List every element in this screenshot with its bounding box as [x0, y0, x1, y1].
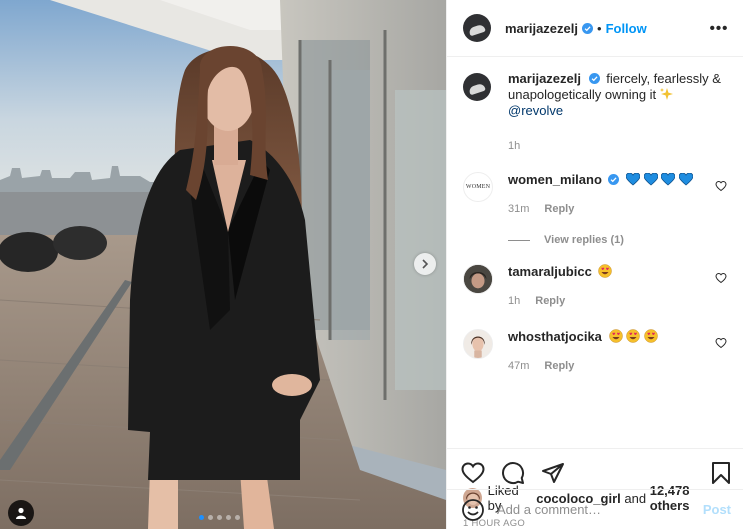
post-caption: marijazezelj fiercely, fearlessly & unap…	[463, 71, 727, 154]
comment-bubble-icon[interactable]	[501, 461, 525, 485]
like-comment-heart-icon[interactable]	[715, 180, 727, 192]
emoji-smiley-icon[interactable]	[461, 498, 485, 522]
comment-avatar[interactable]: WOMEN	[463, 172, 493, 202]
comment-timestamp: 47m	[508, 360, 530, 372]
carousel-dot	[226, 515, 231, 520]
comment-item: whosthatjocika 47m Reply	[463, 329, 727, 374]
comment-input[interactable]	[497, 502, 703, 517]
more-options-icon[interactable]: •••	[707, 16, 731, 40]
post-comment-button[interactable]: Post	[703, 502, 731, 517]
comment-text-blue-hearts	[626, 172, 694, 187]
verified-badge-icon	[582, 22, 593, 34]
reply-button[interactable]: Reply	[535, 293, 565, 309]
comment-item: WOMEN women_milano 31m Reply	[463, 172, 727, 217]
post-header: marijazezelj • Follow •••	[447, 0, 743, 57]
caption-timestamp: 1h	[508, 140, 521, 152]
comments-list: marijazezelj fiercely, fearlessly & unap…	[447, 57, 743, 448]
view-replies-line	[508, 239, 530, 241]
reply-button[interactable]: Reply	[544, 201, 574, 217]
blue-heart-icon	[679, 173, 694, 186]
like-heart-icon[interactable]	[461, 461, 485, 485]
view-replies-label: View replies (1)	[544, 234, 624, 246]
user-icon	[16, 507, 26, 519]
author-username[interactable]: marijazezelj	[505, 21, 578, 36]
photo-scene	[0, 0, 446, 529]
comment-username[interactable]: women_milano	[508, 172, 602, 187]
blue-heart-icon	[643, 173, 658, 186]
heart-eyes-emoji-icon	[626, 329, 640, 343]
instagram-post-modal: marijazezelj • Follow ••• marijazezelj f…	[0, 0, 743, 529]
carousel-dot	[217, 515, 222, 520]
heart-eyes-emoji-icon	[608, 329, 623, 343]
author-avatar[interactable]	[463, 14, 491, 42]
post-side-panel: marijazezelj • Follow ••• marijazezelj f…	[446, 0, 743, 529]
verified-badge-icon	[588, 73, 600, 84]
chevron-right-icon	[422, 259, 429, 269]
caption-avatar[interactable]	[463, 73, 491, 101]
comment-avatar-logo: WOMEN	[465, 184, 491, 190]
share-paper-plane-icon[interactable]	[541, 461, 565, 485]
comment-timestamp: 31m	[508, 203, 530, 215]
heart-eyes-emoji-icon	[598, 264, 613, 278]
comment-username[interactable]: tamaraljubicc	[508, 264, 592, 279]
carousel-dots	[199, 515, 240, 520]
like-comment-heart-icon[interactable]	[715, 272, 727, 284]
add-comment-bar: Post	[447, 489, 743, 529]
blue-heart-icon	[626, 173, 641, 186]
post-photo[interactable]	[0, 0, 446, 529]
header-separator: •	[597, 20, 602, 36]
reply-button[interactable]: Reply	[544, 358, 574, 374]
comment-text-heart-eyes	[606, 329, 658, 344]
tagged-users-button[interactable]	[8, 500, 34, 526]
save-bookmark-icon[interactable]	[709, 461, 733, 485]
verified-badge-icon	[607, 174, 619, 185]
blue-heart-icon	[661, 173, 676, 186]
comment-avatar[interactable]	[463, 264, 493, 294]
carousel-dot	[208, 515, 213, 520]
avatar-photo	[464, 265, 492, 293]
follow-button[interactable]: Follow	[606, 21, 647, 36]
caption-mention-link[interactable]: @revolve	[508, 103, 563, 118]
heart-eyes-emoji-icon	[644, 329, 658, 343]
comment-username[interactable]: whosthatjocika	[508, 329, 602, 344]
sparkles-icon	[659, 88, 673, 100]
comment-timestamp: 1h	[508, 295, 521, 307]
caption-username[interactable]: marijazezelj	[508, 71, 581, 86]
view-replies-button[interactable]: View replies (1)	[508, 234, 727, 246]
like-comment-heart-icon[interactable]	[715, 337, 727, 349]
comment-avatar[interactable]	[463, 329, 493, 359]
carousel-dot-active	[199, 515, 204, 520]
carousel-dot	[235, 515, 240, 520]
avatar-photo	[464, 330, 492, 358]
next-slide-button[interactable]	[414, 253, 436, 275]
comment-item: tamaraljubicc 1h Reply	[463, 264, 727, 309]
